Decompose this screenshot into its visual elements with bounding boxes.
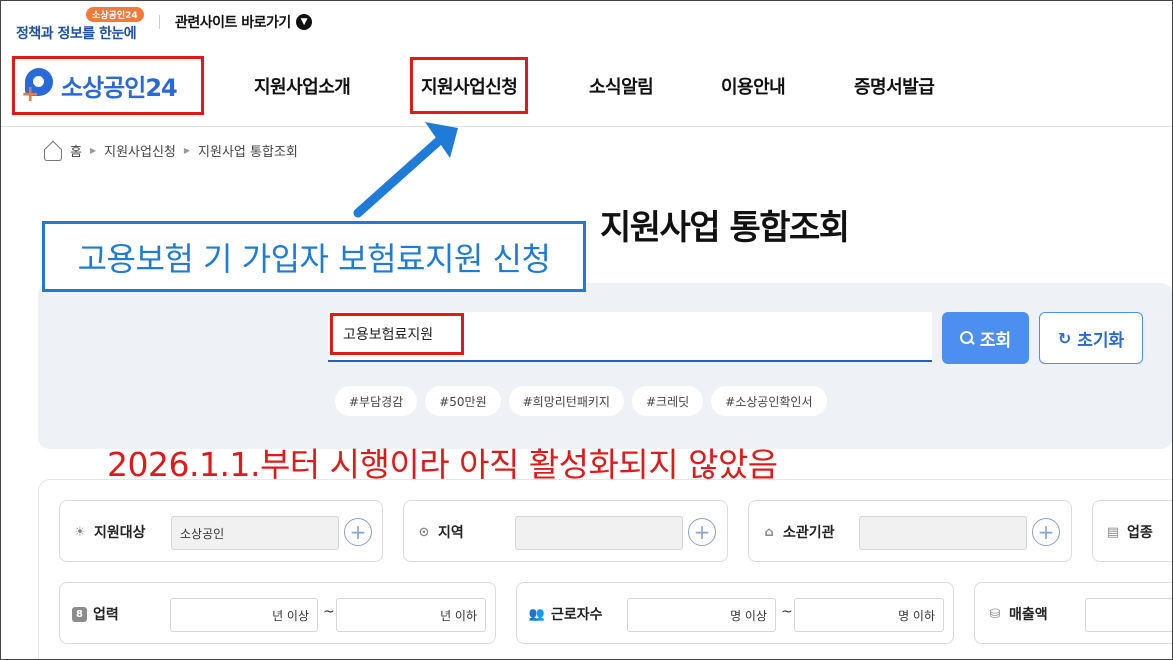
refresh-icon: ↻ (1057, 328, 1072, 348)
building-icon: ⌂ (764, 524, 774, 540)
calendar-icon: 8 (72, 606, 87, 622)
search-icon (959, 331, 974, 345)
nav-item-program-apply[interactable]: 지원사업신청 (410, 57, 529, 114)
years-min-input[interactable]: 년 이상 (170, 598, 318, 632)
breadcrumb-home[interactable]: 홈 (70, 141, 82, 160)
add-target-button[interactable]: + (344, 518, 372, 546)
people-icon: 👥 (528, 606, 546, 622)
chevron-down-icon: ▼ (295, 14, 312, 30)
promo-banner[interactable]: 소상공인24 정책과 정보를 한눈에 (16, 6, 148, 42)
range-separator: ~ (781, 604, 793, 620)
nav-item-guide[interactable]: 이용안내 (721, 45, 786, 127)
chevron-right-icon: ▶ (89, 146, 97, 155)
filter-region-input[interactable] (515, 516, 683, 550)
hashtag-chip[interactable]: #50만원 (425, 386, 501, 416)
annotation-arrow-icon (353, 122, 458, 218)
breadcrumb-current: 지원사업 통합조회 (198, 145, 298, 160)
breadcrumb-program-apply[interactable]: 지원사업신청 (104, 141, 176, 160)
page-title: 지원사업 통합조회 (600, 208, 850, 248)
search-input-value[interactable]: 고용보험료지원 (330, 313, 464, 355)
site-logo[interactable]: + 소상공인24 (12, 56, 204, 115)
workers-min-input[interactable]: 명 이상 (627, 598, 776, 632)
breadcrumb: 홈 ▶ 지원사업신청 ▶ 지원사업 통합조회 (42, 141, 298, 161)
filter-sales: ⛁ 매출액 (974, 582, 1173, 644)
filter-years: 8 업력 년 이상 ~ 년 이하 (59, 582, 496, 644)
home-icon[interactable] (42, 142, 62, 161)
nav-item-certificate[interactable]: 증명서발급 (854, 45, 935, 127)
reset-button[interactable]: ↻ 초기화 (1039, 312, 1143, 364)
range-separator: ~ (323, 604, 335, 620)
workers-max-input[interactable]: 명 이하 (794, 598, 944, 632)
logo-text: 소상공인24 (61, 74, 178, 102)
years-min-suffix: 년 이상 (272, 608, 309, 623)
add-agency-button[interactable]: + (1032, 518, 1060, 546)
filter-agency: ⌂ 소관기관 + (748, 500, 1072, 562)
chevron-right-icon: ▶ (183, 146, 191, 155)
filter-workers-label: 근로자수 (551, 607, 603, 623)
sun-icon: ☀ (74, 524, 86, 540)
industry-icon: ▤ (1106, 524, 1120, 540)
filter-target-input[interactable]: 소상공인 (171, 516, 339, 550)
filter-industry-label: 업종 (1127, 525, 1153, 541)
hashtag-chip[interactable]: #희망리턴패키지 (508, 386, 624, 416)
promo-badge: 소상공인24 (86, 7, 144, 22)
related-sites-dropdown[interactable]: 관련사이트 바로가기 ▼ (175, 12, 312, 32)
add-region-button[interactable]: + (688, 518, 716, 546)
workers-min-suffix: 명 이상 (730, 608, 767, 623)
workers-max-suffix: 명 이하 (898, 608, 935, 623)
hashtag-chip[interactable]: #크레딧 (631, 386, 704, 416)
logo-icon: + (21, 67, 57, 105)
filter-target: ☀ 지원대상 소상공인 + (59, 500, 383, 562)
filter-years-label: 업력 (93, 607, 119, 623)
search-button-label: 조회 (979, 330, 1012, 351)
filter-agency-label: 소관기관 (783, 525, 835, 541)
filter-sales-label: 매출액 (1009, 607, 1048, 623)
divider (159, 15, 160, 29)
related-sites-label: 관련사이트 바로가기 (175, 15, 291, 31)
search-button[interactable]: 조회 (942, 312, 1029, 364)
years-max-suffix: 년 이하 (440, 608, 477, 623)
hashtag-list: #부담경감 #50만원 #희망리턴패키지 #크레딧 #소상공인확인서 (335, 386, 827, 416)
search-panel (38, 283, 1173, 449)
coins-icon: ⛁ (989, 606, 1001, 622)
hashtag-chip[interactable]: #부담경감 (335, 386, 418, 416)
filter-region-label: 지역 (438, 525, 464, 541)
years-max-input[interactable]: 년 이하 (336, 598, 486, 632)
filter-agency-input[interactable] (859, 516, 1027, 550)
annotation-note: 2026.1.1.부터 시행이라 아직 활성화되지 않았음 (107, 445, 778, 484)
filter-target-label: 지원대상 (94, 525, 146, 541)
nav-item-program-intro[interactable]: 지원사업소개 (254, 45, 351, 127)
filter-industry: ▤ 업종 (1092, 500, 1173, 562)
sales-min-input[interactable] (1085, 598, 1173, 632)
top-utility-bar: 소상공인24 정책과 정보를 한눈에 관련사이트 바로가기 ▼ (0, 0, 1173, 45)
location-pin-icon: ⊙ (418, 524, 430, 540)
hashtag-chip[interactable]: #소상공인확인서 (711, 386, 827, 416)
annotation-box: 고용보험 기 가입자 보험료지원 신청 (42, 221, 586, 292)
annotation-text: 고용보험 기 가입자 보험료지원 신청 (77, 239, 551, 278)
filter-workers: 👥 근로자수 명 이상 ~ 명 이하 (516, 582, 954, 644)
site-header: + 소상공인24 지원사업소개 지원사업신청 소식알림 이용안내 증명서발급 (0, 45, 1173, 127)
nav-item-news[interactable]: 소식알림 (589, 45, 654, 127)
reset-button-label: 초기화 (1077, 330, 1125, 351)
promo-text: 정책과 정보를 한눈에 (16, 26, 137, 42)
filter-region: ⊙ 지역 + (403, 500, 728, 562)
